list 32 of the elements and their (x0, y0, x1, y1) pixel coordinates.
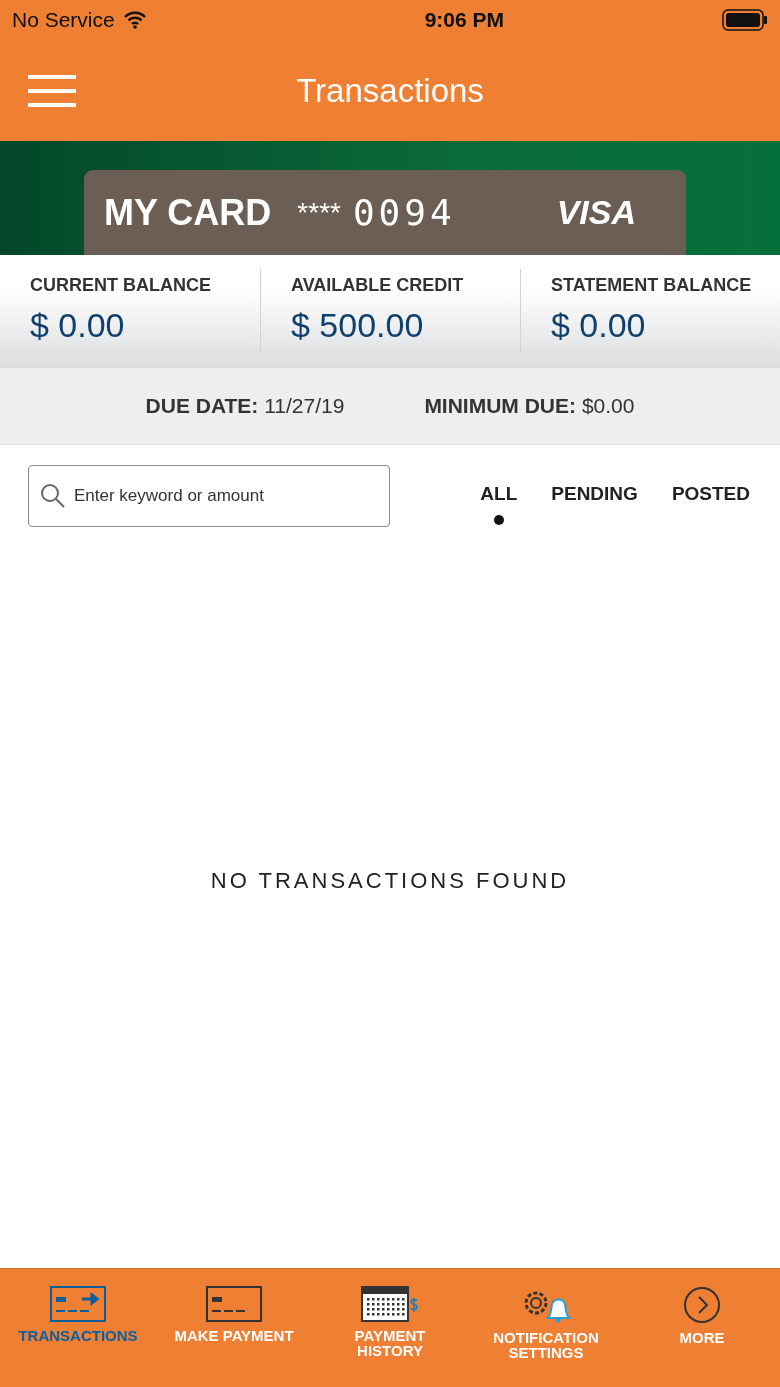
filter-tab[interactable]: ALL (480, 483, 518, 525)
battery-icon (722, 9, 768, 31)
empty-message: NO TRANSACTIONS FOUND (210, 868, 570, 895)
menu-button[interactable] (28, 73, 76, 108)
filter-tab[interactable]: POSTED (671, 483, 750, 525)
card-network-logo: VISA (556, 193, 636, 232)
wifi-icon (122, 11, 147, 29)
filter-tab[interactable]: PENDING (551, 483, 638, 525)
status-time: 9:06 PM (424, 8, 505, 32)
due-text: MINIMUM DUE: $0.00 (424, 394, 635, 418)
calendar-dollar-icon (361, 1286, 419, 1322)
balance-value: $ 0.00 (30, 306, 126, 345)
card-mask: **** (297, 196, 341, 229)
carrier-text: No Service (12, 8, 115, 32)
balance-value: $ 0.00 (551, 306, 647, 345)
search-field[interactable]: Enter keyword or amount (28, 465, 390, 527)
tab-bar-item[interactable]: MORE (624, 1269, 780, 1387)
balance-label: STATEMENT BALANCE (551, 275, 753, 296)
tab-bar-item[interactable]: NOTIFICATION SETTINGS (468, 1269, 624, 1387)
card-name: MY CARD (104, 191, 272, 234)
balance-label: CURRENT BALANCE (30, 275, 212, 296)
page-title: Transactions (295, 71, 485, 110)
tab-bar-item[interactable]: PAYMENT HISTORY (312, 1269, 468, 1387)
search-icon (40, 483, 66, 509)
balance-value: $ 500.00 (291, 306, 425, 345)
credit-card-icon (206, 1286, 262, 1322)
tab-bar-item[interactable]: TRANSACTIONS (0, 1269, 156, 1387)
chevron-circle-icon (683, 1286, 721, 1324)
tab-bar-item[interactable]: MAKE PAYMENT (156, 1269, 312, 1387)
card-number: 0094 (352, 192, 456, 233)
due-text: DUE DATE: 11/27/19 (145, 394, 345, 418)
balance-label: AVAILABLE CREDIT (291, 275, 465, 296)
